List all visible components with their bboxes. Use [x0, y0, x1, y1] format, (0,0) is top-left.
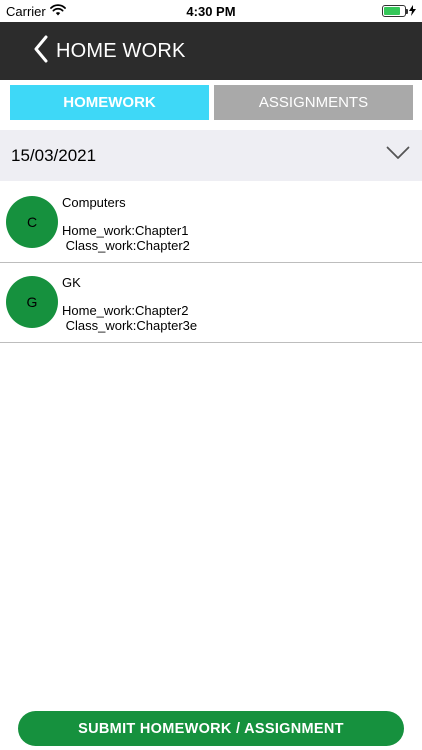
- submit-button[interactable]: SUBMIT HOMEWORK / ASSIGNMENT: [18, 711, 404, 746]
- status-left: Carrier: [6, 4, 66, 19]
- back-button[interactable]: [30, 31, 52, 71]
- tab-assignments[interactable]: ASSIGNMENTS: [214, 85, 413, 120]
- bolt-icon: [409, 4, 416, 19]
- date-dropdown[interactable]: 15/03/2021: [0, 130, 422, 181]
- page-title: HOME WORK: [56, 39, 186, 62]
- subject-name: GK: [62, 275, 81, 290]
- tab-bar: HOMEWORK ASSIGNMENTS: [0, 80, 422, 126]
- carrier-label: Carrier: [6, 3, 46, 19]
- subject-name: Computers: [62, 195, 126, 210]
- item-details: GK Home_work:Chapter2 Class_work:Chapter…: [62, 275, 197, 333]
- wifi-icon: [49, 3, 66, 19]
- class-work-text: Class_work:Chapter3e: [62, 318, 198, 333]
- item-details: Computers Home_work:Chapter1 Class_work:…: [62, 195, 190, 253]
- homework-list: C Computers Home_work:Chapter1 Class_wor…: [0, 183, 422, 343]
- home-work-text: Home_work:Chapter1: [62, 223, 189, 238]
- status-right: [382, 4, 416, 19]
- home-work-text: Home_work:Chapter2: [62, 303, 189, 318]
- chevron-left-icon: [33, 35, 49, 68]
- screen: Carrier 4:30 PM HOME WORK HOMEWORK ASSIG…: [0, 0, 422, 750]
- tab-homework[interactable]: HOMEWORK: [10, 85, 209, 120]
- status-bar: Carrier 4:30 PM: [0, 0, 422, 22]
- app-header: HOME WORK: [0, 22, 422, 80]
- class-work-text: Class_work:Chapter2: [62, 238, 190, 253]
- avatar: C: [6, 196, 58, 248]
- chevron-down-icon: [386, 146, 410, 165]
- date-value: 15/03/2021: [11, 145, 97, 165]
- battery-icon: [382, 5, 408, 17]
- avatar: G: [6, 276, 58, 328]
- list-item[interactable]: G GK Home_work:Chapter2 Class_work:Chapt…: [0, 263, 422, 343]
- list-item[interactable]: C Computers Home_work:Chapter1 Class_wor…: [0, 183, 422, 263]
